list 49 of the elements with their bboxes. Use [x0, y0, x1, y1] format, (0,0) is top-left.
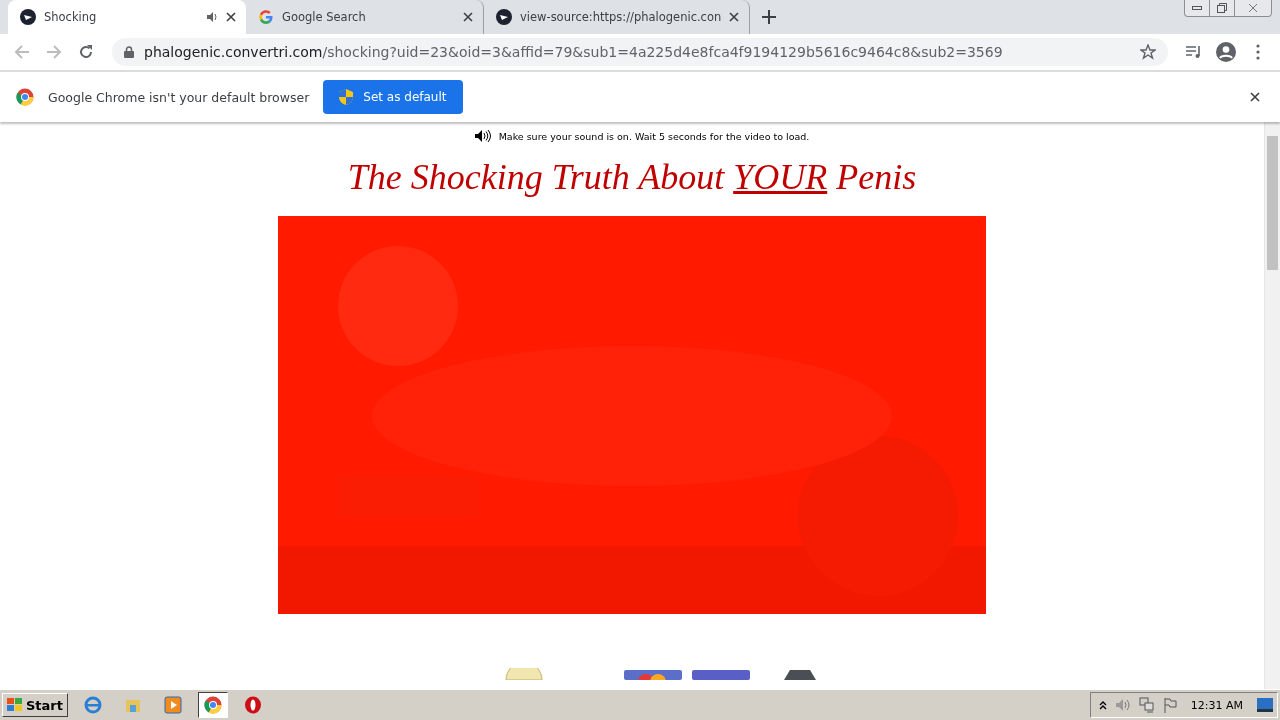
sound-notice: Make sure your sound is on. Wait 5 seconds for the video to load.: [498, 130, 810, 142]
browser-tab[interactable]: Google Search: [246, 0, 484, 34]
infobar-message: Google Chrome isn't your default browser: [48, 89, 310, 105]
address-bar[interactable]: phalogenic.convertri.com/shocking?uid=23&oid=3&affid=79&sub1=4a225d4e8fca4f9194129b5616c9464c8&sub2=3569: [112, 38, 1168, 66]
ie-icon: [84, 696, 102, 714]
profile-icon[interactable]: [1216, 42, 1236, 62]
card-logo-icon: [692, 670, 750, 680]
lock-icon: [124, 46, 134, 58]
flag-icon[interactable]: [1162, 697, 1177, 713]
close-tab-icon[interactable]: [729, 12, 740, 22]
speaker-icon: [474, 130, 491, 142]
play-icon: [164, 696, 182, 714]
close-icon[interactable]: [1250, 92, 1260, 102]
close-tab-icon[interactable]: [226, 12, 236, 22]
show-desktop-icon[interactable]: [1257, 698, 1273, 712]
reload-icon[interactable]: [78, 44, 94, 60]
close-tab-icon[interactable]: [463, 12, 473, 22]
network-icon[interactable]: [1138, 697, 1155, 713]
playlist-icon[interactable]: [1186, 45, 1202, 59]
chrome-icon: [204, 696, 222, 714]
site-icon: [20, 9, 36, 25]
guarantee-seal-icon: [504, 668, 544, 680]
start-button[interactable]: Start: [2, 693, 68, 717]
menu-icon[interactable]: [1256, 44, 1260, 60]
new-tab-icon[interactable]: [762, 10, 777, 24]
card-logo-icon: [624, 670, 682, 680]
browser-tab[interactable]: view-source:https://phalogenic.con: [484, 0, 751, 34]
star-icon[interactable]: [1140, 44, 1156, 60]
clock[interactable]: 12:31 AM: [1190, 698, 1243, 712]
tab-title: Shocking: [44, 10, 98, 24]
windows-logo-icon: [7, 698, 23, 712]
tab-title: view-source:https://phalogenic.con: [520, 10, 722, 24]
scrollbar[interactable]: [1264, 122, 1280, 689]
taskbar-button[interactable]: [198, 692, 228, 718]
restore-icon: [1217, 3, 1227, 13]
set-default-button[interactable]: Set as default: [323, 80, 463, 114]
close-icon: [1248, 4, 1258, 12]
chevron-up-icon[interactable]: [1098, 700, 1107, 710]
minimize-icon: [1192, 6, 1202, 10]
url-host: phalogenic.convertri.com: [144, 44, 323, 60]
browser-tab[interactable]: Shocking: [8, 0, 246, 34]
headline: The Shocking Truth About YOUR Penis: [347, 156, 917, 198]
google-icon: [258, 9, 274, 25]
url-path: /shocking?uid=23&oid=3&affid=79&sub1=4a225d4e8fca4f9194129b5616c9464c8&sub2=3569: [322, 44, 1003, 60]
site-icon: [496, 9, 512, 25]
shield-icon: [339, 89, 354, 105]
opera-icon: [244, 696, 262, 714]
tab-title: Google Search: [282, 10, 367, 24]
chrome-icon: [16, 88, 34, 106]
